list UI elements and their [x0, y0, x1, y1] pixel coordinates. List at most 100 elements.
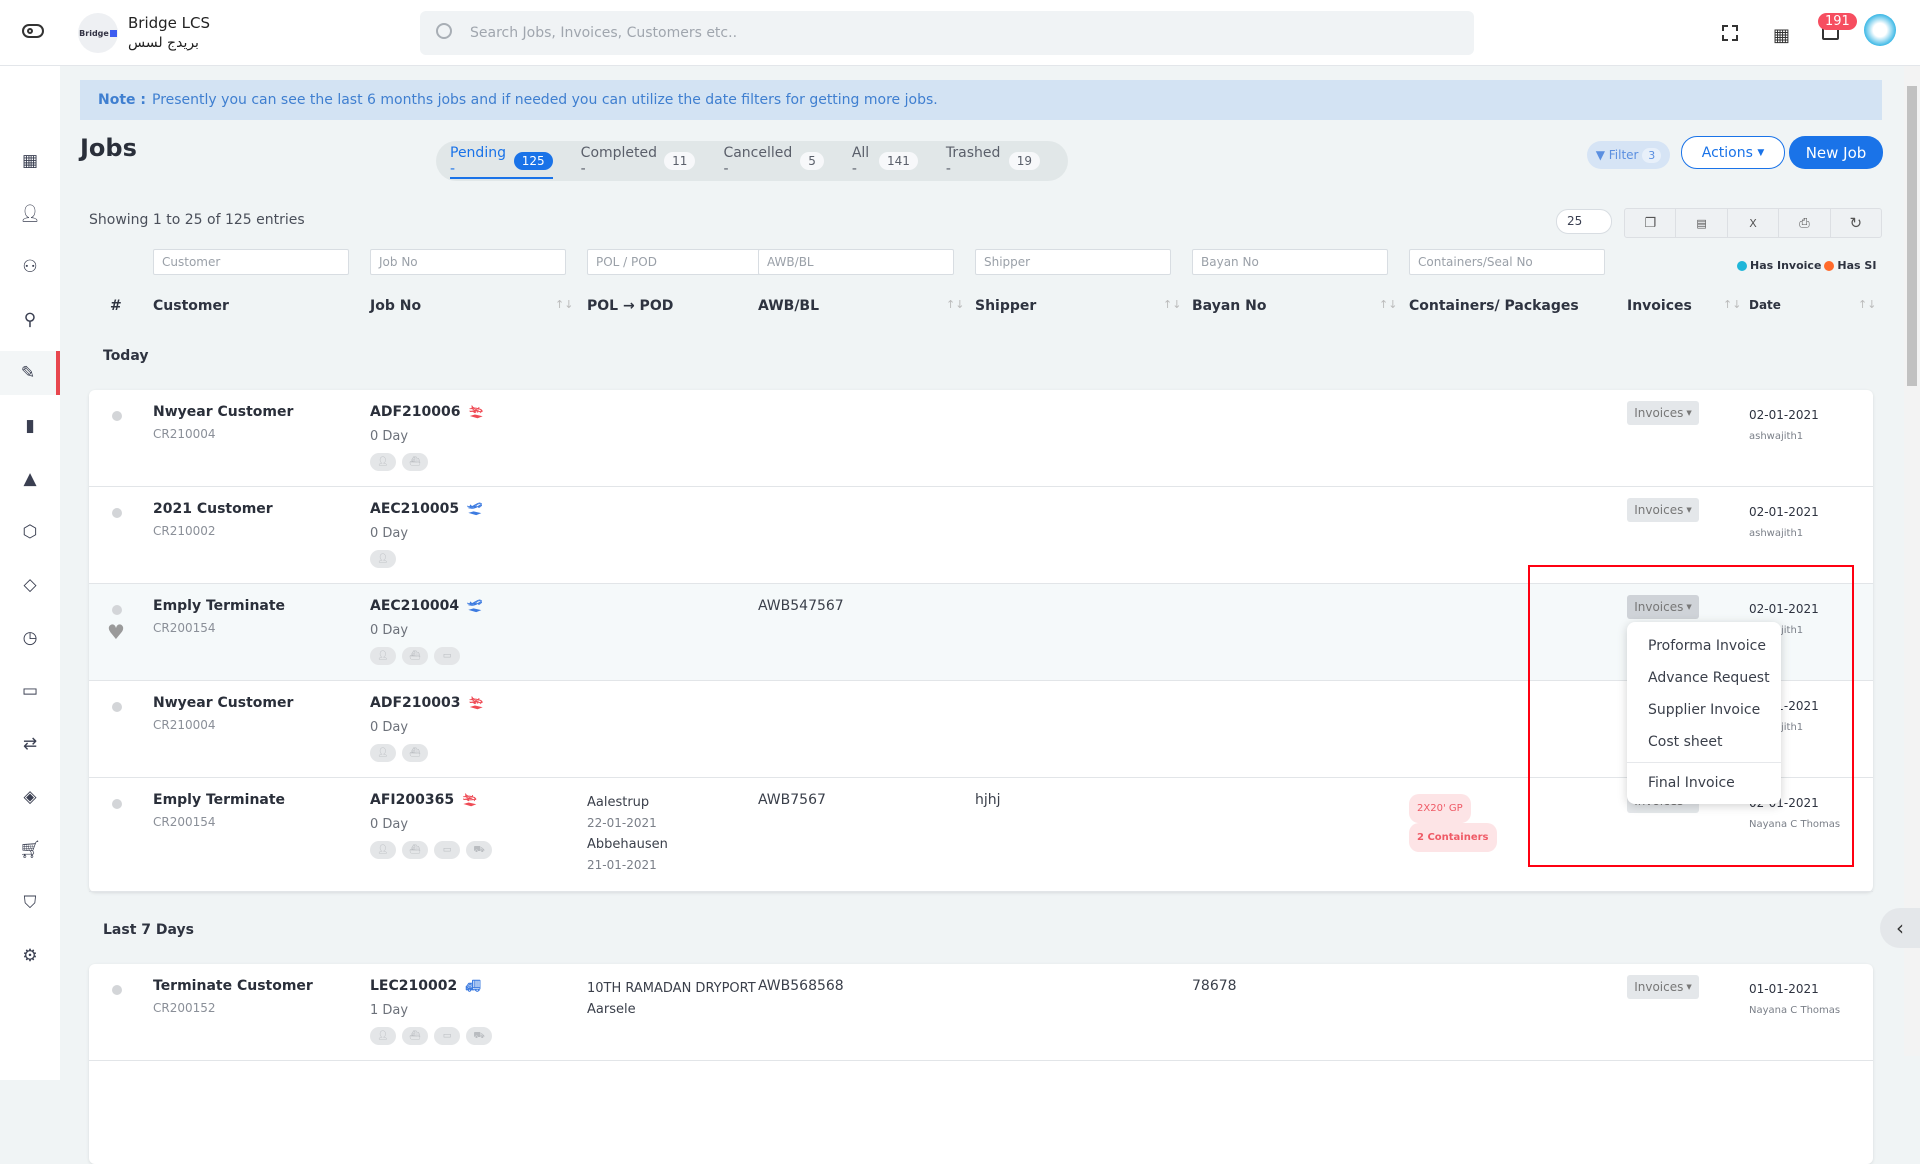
actions-dropdown[interactable]: Actions ▼ — [1681, 136, 1785, 169]
job-number[interactable]: AEC210005 🛫︎ — [370, 501, 482, 517]
invoice-menu-item-final[interactable]: Final Invoice — [1627, 767, 1781, 799]
job-number[interactable]: ADF210003 🛬︎ — [370, 695, 484, 711]
job-number[interactable]: AEC210004 🛫︎ — [370, 598, 482, 614]
sidebar-item-edit[interactable]: ✎ — [0, 351, 60, 395]
column-header-containers[interactable]: Containers/ Packages — [1409, 298, 1579, 314]
chip-icon[interactable]: ▭ — [434, 647, 460, 665]
user-avatar[interactable] — [1864, 14, 1896, 46]
sidebar-item-clock[interactable]: ◷ — [0, 616, 60, 660]
refresh-icon[interactable]: ↻ — [1831, 209, 1881, 237]
column-header-awb[interactable]: AWB/BL — [758, 298, 819, 314]
invoices-dropdown-button[interactable]: Invoices▼ — [1627, 401, 1699, 425]
job-number[interactable]: AFI200365 🛬︎ — [370, 792, 477, 808]
column-header-bayan[interactable]: Bayan No — [1192, 298, 1266, 314]
page-size-select[interactable]: 25 — [1556, 209, 1612, 234]
filter-input-1[interactable]: Job No — [370, 249, 566, 275]
sidebar-item-box[interactable]: ⬡ — [0, 510, 60, 554]
customer-name[interactable]: 2021 Customer — [153, 501, 273, 517]
chip-icon[interactable]: 👤︎ — [370, 841, 396, 859]
sort-icon[interactable]: ↑↓ — [1858, 298, 1876, 311]
sidebar-item-navigation[interactable]: ▲ — [0, 457, 60, 501]
filter-input-0[interactable]: Customer — [153, 249, 349, 275]
column-header-num[interactable]: # — [110, 298, 122, 314]
sidebar-item-users[interactable]: ⚇ — [0, 245, 60, 289]
chip-icon[interactable]: ⛟ — [466, 1027, 492, 1045]
column-header-customer[interactable]: Customer — [153, 298, 229, 314]
chip-icon[interactable]: 👤︎ — [370, 550, 396, 568]
toggle-sidebar-icon[interactable] — [22, 24, 44, 38]
filter-button[interactable]: ▼ Filter 3 — [1587, 141, 1670, 169]
invoice-menu-item[interactable]: Supplier Invoice — [1627, 694, 1781, 726]
sidebar-item-repeat[interactable]: ⇄ — [0, 722, 60, 766]
sort-icon[interactable]: ↑↓ — [1163, 298, 1181, 311]
column-header-shipper[interactable]: Shipper — [975, 298, 1036, 314]
sidebar-item-user-plus[interactable]: ⚲ — [0, 298, 60, 342]
chip-icon[interactable]: ⛴︎ — [402, 841, 428, 859]
chip-icon[interactable]: 👤︎ — [370, 647, 396, 665]
customer-name[interactable]: Emply Terminate — [153, 598, 285, 614]
column-header-pol[interactable]: POL → POD — [587, 298, 673, 314]
heart-icon[interactable]: ♥ — [107, 620, 125, 644]
sidebar-item-bar-chart[interactable]: ▮ — [0, 404, 60, 448]
sidebar-item-user[interactable]: 👤︎ — [0, 192, 60, 236]
chip-icon[interactable]: ⛴︎ — [402, 647, 428, 665]
job-number[interactable]: LEC210002 🚚︎ — [370, 978, 480, 994]
tab-completed[interactable]: Completed - 11 — [581, 141, 696, 181]
invoice-menu-item[interactable]: Proforma Invoice — [1627, 630, 1781, 662]
chip-icon[interactable]: ⛴︎ — [402, 1027, 428, 1045]
copy-icon[interactable]: ❐ — [1625, 209, 1677, 237]
sort-icon[interactable]: ↑↓ — [555, 298, 573, 311]
chip-icon[interactable]: 👤︎ — [370, 1027, 396, 1045]
job-number[interactable]: ADF210006 🛬︎ — [370, 404, 484, 420]
csv-icon[interactable]: ▤ — [1676, 209, 1728, 237]
tab-all[interactable]: All - 141 — [852, 141, 918, 181]
filter-input-6[interactable]: Containers/Seal No — [1409, 249, 1605, 275]
column-header-date[interactable]: Date — [1749, 298, 1781, 312]
customer-name[interactable]: Terminate Customer — [153, 978, 313, 994]
new-job-button[interactable]: New Job — [1789, 136, 1883, 169]
invoice-menu-item[interactable]: Cost sheet — [1627, 726, 1781, 758]
sidebar-item-shield[interactable]: ⛉ — [0, 881, 60, 925]
chip-icon[interactable]: ⛟ — [466, 841, 492, 859]
customer-name[interactable]: Nwyear Customer — [153, 695, 293, 711]
column-header-invoices[interactable]: Invoices — [1627, 298, 1692, 314]
customer-name[interactable]: Nwyear Customer — [153, 404, 293, 420]
column-header-job[interactable]: Job No — [370, 298, 421, 314]
chip-icon[interactable]: ⛴︎ — [402, 744, 428, 762]
apps-grid-icon[interactable]: ▦ — [1773, 25, 1790, 46]
tab-cancelled[interactable]: Cancelled - 5 — [723, 141, 824, 181]
sidebar-item-cart[interactable]: 🛒︎ — [0, 828, 60, 872]
customer-name[interactable]: Emply Terminate — [153, 792, 285, 808]
sidebar-item-credit-card[interactable]: ▭ — [0, 669, 60, 713]
excel-icon[interactable]: X — [1728, 209, 1780, 237]
sidebar-item-tag[interactable]: ◇ — [0, 563, 60, 607]
sidebar-item-codepen[interactable]: ◈ — [0, 775, 60, 819]
job-number-text: ADF210003 — [370, 695, 461, 711]
fullscreen-icon[interactable] — [1722, 25, 1738, 41]
sort-icon[interactable]: ↑↓ — [1379, 298, 1397, 311]
shield-icon: ⛉ — [23, 893, 37, 913]
filter-input-3[interactable]: AWB/BL — [758, 249, 954, 275]
global-search-input[interactable]: Search Jobs, Invoices, Customers etc.. — [420, 11, 1474, 55]
table-row[interactable]: Nwyear Customer CR210004 ADF210006 🛬︎ 0 Day 👤… — [89, 390, 1873, 487]
sidebar-item-dashboard[interactable]: ▦ — [0, 139, 60, 183]
tab-pending[interactable]: Pending - 125 — [450, 141, 553, 181]
sidebar-item-settings[interactable]: ⚙ — [0, 934, 60, 978]
table-row[interactable]: Terminate Customer CR200152 LEC210002 🚚︎ 1 D… — [89, 964, 1873, 1061]
sort-icon[interactable]: ↑↓ — [946, 298, 964, 311]
chip-icon[interactable]: ▭ — [434, 841, 460, 859]
filter-input-2[interactable]: POL / POD — [587, 249, 783, 275]
invoices-dropdown-button[interactable]: Invoices▼ — [1627, 975, 1699, 999]
chip-icon[interactable]: 👤︎ — [370, 744, 396, 762]
collapse-panel-button[interactable]: ‹ — [1880, 908, 1920, 948]
chip-icon[interactable]: 👤︎ — [370, 453, 396, 471]
chip-icon[interactable]: ⛴︎ — [402, 453, 428, 471]
tab-trashed[interactable]: Trashed - 19 — [946, 141, 1040, 181]
print-icon[interactable]: ⎙ — [1779, 209, 1831, 237]
filter-input-4[interactable]: Shipper — [975, 249, 1171, 275]
sort-icon[interactable]: ↑↓ — [1723, 298, 1741, 311]
invoice-menu-item[interactable]: Advance Request — [1627, 662, 1781, 694]
filter-input-5[interactable]: Bayan No — [1192, 249, 1388, 275]
chip-icon[interactable]: ▭ — [434, 1027, 460, 1045]
invoices-dropdown-button[interactable]: Invoices▼ — [1627, 498, 1699, 522]
